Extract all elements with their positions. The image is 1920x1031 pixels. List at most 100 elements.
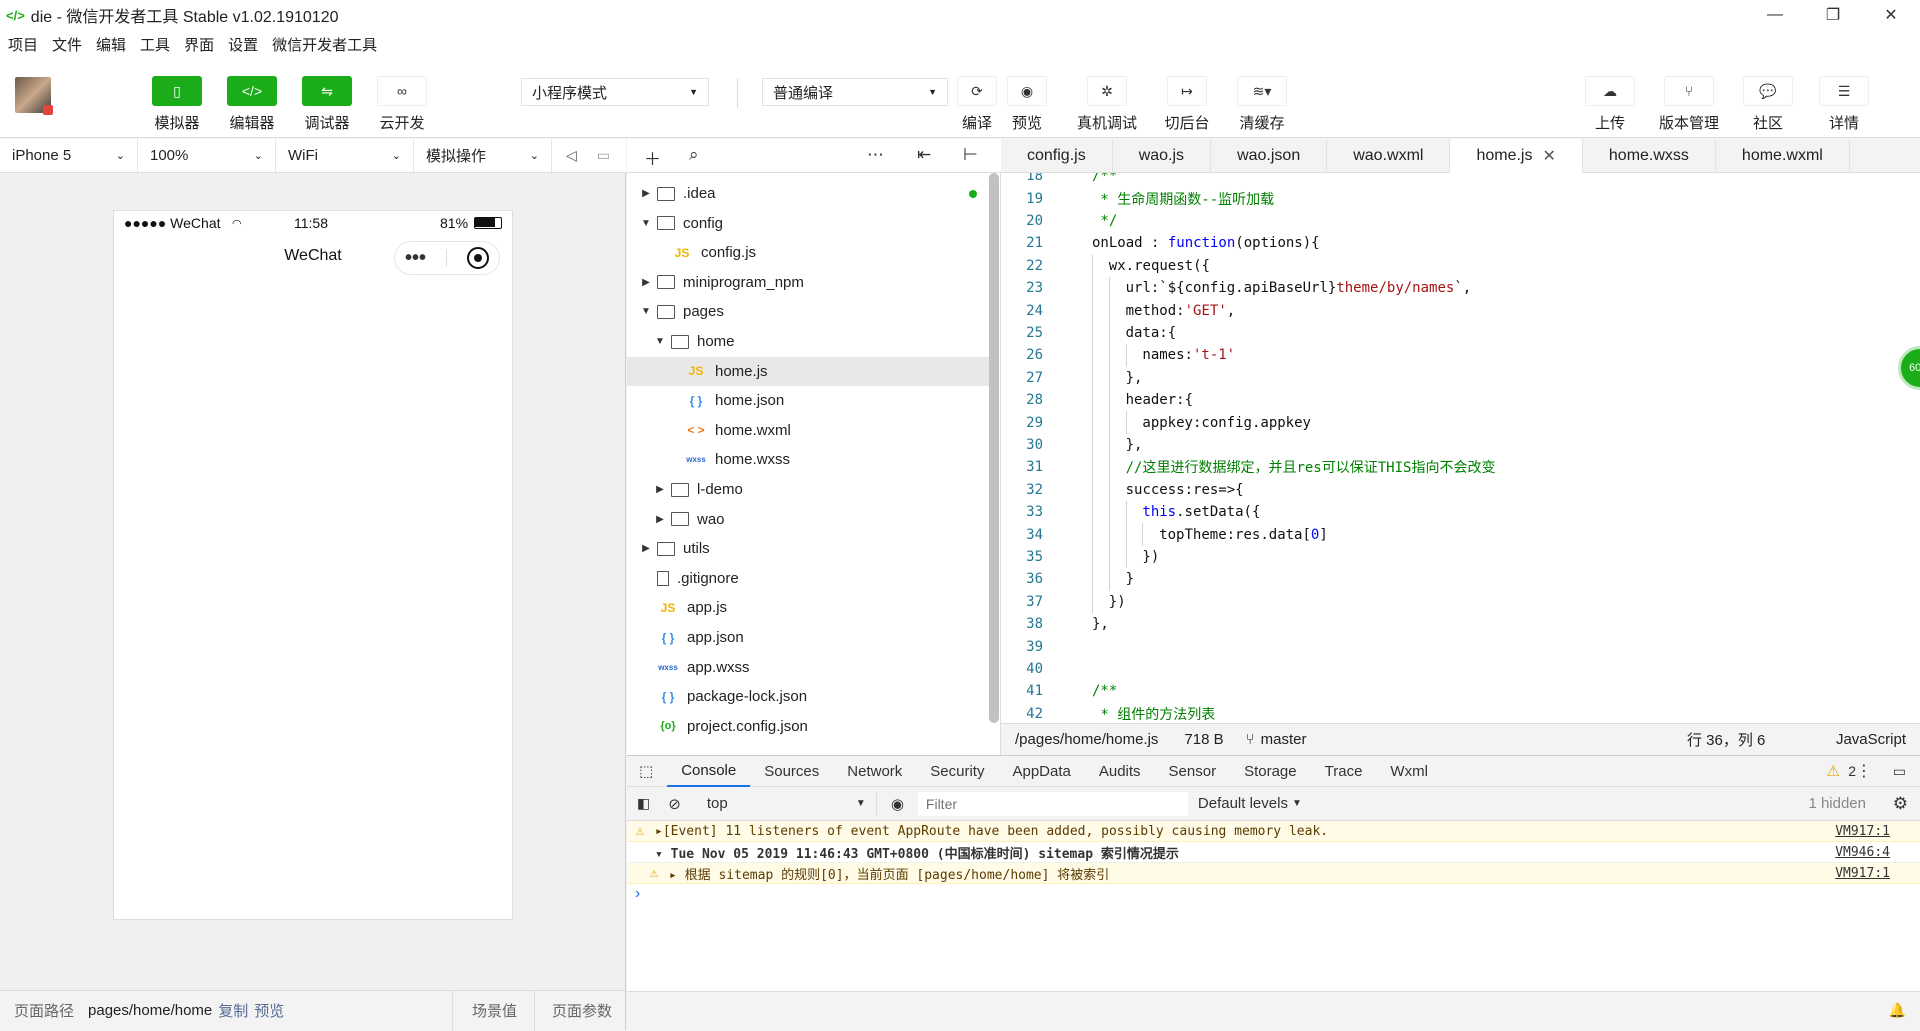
network-select[interactable]: WiFi ⌄: [276, 138, 414, 173]
devtools-tab[interactable]: Network: [833, 755, 916, 787]
community-button[interactable]: 💬 社区: [1738, 76, 1798, 133]
version-button[interactable]: ⑂ 版本管理: [1659, 76, 1719, 133]
menu-file[interactable]: 文件: [52, 34, 82, 55]
background-button[interactable]: ↦ 切后台: [1157, 76, 1217, 133]
menu-edit[interactable]: 编辑: [96, 34, 126, 55]
warning-count[interactable]: 2: [1848, 763, 1856, 779]
more-dots-icon[interactable]: •••: [405, 247, 426, 270]
operation-select[interactable]: 模拟操作 ⌄: [414, 138, 552, 173]
tree-item[interactable]: ▼ pages: [627, 297, 989, 326]
editor-tab[interactable]: home.wxss: [1583, 139, 1716, 173]
tree-item[interactable]: JS config.js: [627, 238, 989, 267]
tree-item[interactable]: ▼ home: [627, 327, 989, 356]
eye-icon[interactable]: ◉: [891, 795, 904, 813]
cloud-dev-button[interactable]: ∞ 云开发: [372, 76, 432, 133]
devtools-tab[interactable]: Storage: [1230, 755, 1311, 787]
page-params-button[interactable]: 页面参数: [552, 1000, 612, 1021]
inspect-element-icon[interactable]: ⬚: [639, 762, 653, 780]
tree-item[interactable]: { } home.json: [627, 386, 989, 415]
menu-settings[interactable]: 设置: [228, 34, 258, 55]
devtools-tab[interactable]: Console: [667, 755, 751, 787]
tree-item[interactable]: {o} project.config.json: [627, 712, 989, 741]
bell-icon[interactable]: 🔔: [1889, 1002, 1906, 1019]
tree-item[interactable]: ▶ .idea: [627, 179, 989, 208]
caret-right-icon[interactable]: ▶: [653, 514, 667, 525]
phone-screen[interactable]: ●●●●● WeChat ◠ 11:58 81% WeChat •••: [113, 210, 513, 920]
tree-item[interactable]: { } app.json: [627, 623, 989, 652]
search-icon[interactable]: ⌕: [689, 145, 699, 165]
console-message[interactable]: ▾ Tue Nov 05 2019 11:46:43 GMT+0800 (中国标…: [627, 842, 1920, 863]
menu-view[interactable]: 界面: [184, 34, 214, 55]
code-editor[interactable]: 18/** 19 * 生命周期函数--监听加载 20 */21 onLoad : fu…: [1001, 173, 1920, 723]
compile-mode-select[interactable]: 普通编译 ▼: [762, 78, 948, 106]
capsule-menu[interactable]: •••: [394, 241, 500, 275]
tree-item[interactable]: ▼ config: [627, 209, 989, 238]
menu-wechat-devtools[interactable]: 微信开发者工具: [272, 34, 377, 55]
tree-item[interactable]: wxss home.wxss: [627, 445, 989, 474]
tree-item[interactable]: ▶ l-demo: [627, 475, 989, 504]
collapse-icon[interactable]: ⇤: [917, 145, 931, 165]
tree-item[interactable]: wxss app.wxss: [627, 653, 989, 682]
editor-tab[interactable]: wao.json: [1211, 139, 1328, 173]
console-message[interactable]: ⚠ ▸ 根据 sitemap 的规则[0]，当前页面 [pages/home/ho…: [627, 863, 1920, 884]
tree-item[interactable]: ▶ wao: [627, 505, 989, 534]
devtools-tab[interactable]: Wxml: [1376, 755, 1442, 787]
editor-tab[interactable]: wao.wxml: [1327, 139, 1451, 173]
caret-right-icon[interactable]: ▶: [639, 188, 653, 199]
minimize-icon[interactable]: —: [1746, 0, 1804, 30]
caret-down-icon[interactable]: ▼: [639, 218, 653, 229]
tree-item[interactable]: ▶ miniprogram_npm: [627, 268, 989, 297]
devtools-tab[interactable]: AppData: [998, 755, 1084, 787]
kebab-menu-icon[interactable]: ⋮: [1856, 761, 1872, 781]
copy-link[interactable]: 复制: [218, 1000, 248, 1021]
console-prompt[interactable]: ›: [635, 885, 640, 903]
debugger-button[interactable]: ⇋ 调试器: [297, 76, 357, 133]
clear-console-icon[interactable]: ⊘: [668, 795, 681, 813]
devtools-tab[interactable]: Audits: [1085, 755, 1155, 787]
scene-value-button[interactable]: 场景值: [472, 1000, 517, 1021]
preview-link[interactable]: 预览: [254, 1000, 284, 1021]
tree-scrollbar[interactable]: [989, 173, 999, 723]
tree-item[interactable]: JS app.js: [627, 593, 989, 622]
undock-icon[interactable]: ▭: [1893, 763, 1906, 780]
console-filter-input[interactable]: [917, 791, 1188, 816]
device-select[interactable]: iPhone 5 ⌄: [0, 138, 138, 173]
language-mode[interactable]: JavaScript: [1836, 731, 1906, 748]
gear-icon[interactable]: ⚙: [1893, 794, 1908, 814]
sidebar-toggle-icon[interactable]: ◧: [637, 795, 650, 812]
close-tab-icon[interactable]: ✕: [1542, 146, 1555, 166]
caret-right-icon[interactable]: ▶: [639, 543, 653, 554]
context-select[interactable]: top ▼: [697, 791, 877, 816]
devtools-tab[interactable]: Trace: [1311, 755, 1377, 787]
tree-item[interactable]: JS home.js: [627, 356, 989, 386]
simulator-button[interactable]: ▯ 模拟器: [147, 76, 207, 133]
console-source-link[interactable]: VM917:1: [1835, 824, 1890, 839]
volume-icon[interactable]: ◁: [566, 147, 577, 164]
editor-tab[interactable]: config.js: [1001, 139, 1113, 173]
details-button[interactable]: ☰ 详情: [1814, 76, 1874, 133]
devtools-tab[interactable]: Sensor: [1155, 755, 1231, 787]
tree-item[interactable]: .gitignore: [627, 564, 989, 593]
console-source-link[interactable]: VM917:1: [1835, 866, 1890, 881]
editor-tab[interactable]: wao.js: [1113, 139, 1212, 173]
devtools-tab[interactable]: Sources: [750, 755, 833, 787]
caret-down-icon[interactable]: ▼: [639, 306, 653, 317]
avatar[interactable]: [15, 77, 53, 115]
window-icon[interactable]: ▭: [597, 147, 610, 164]
restore-icon[interactable]: ❐: [1804, 0, 1862, 30]
zoom-select[interactable]: 100% ⌄: [138, 138, 276, 173]
tree-item[interactable]: < > home.wxml: [627, 416, 989, 445]
console-output[interactable]: ⚠ ▸[Event] 11 listeners of event AppRoute…: [627, 821, 1920, 991]
mode-select[interactable]: 小程序模式 ▼: [521, 78, 709, 106]
menu-project[interactable]: 项目: [8, 34, 38, 55]
editor-tab[interactable]: home.js ✕: [1450, 139, 1583, 173]
caret-down-icon[interactable]: ▼: [653, 336, 667, 347]
preview-button[interactable]: ◉ 预览: [997, 76, 1057, 133]
add-file-icon[interactable]: ＋: [644, 145, 661, 170]
upload-button[interactable]: ☁ 上传: [1580, 76, 1640, 133]
editor-button[interactable]: </> 编辑器: [222, 76, 282, 133]
cursor-position[interactable]: 行 36，列 6: [1687, 729, 1765, 750]
editor-tab[interactable]: home.wxml: [1716, 139, 1850, 173]
close-circle-icon[interactable]: [466, 247, 489, 269]
remote-debug-button[interactable]: ✲ 真机调试: [1077, 76, 1137, 133]
